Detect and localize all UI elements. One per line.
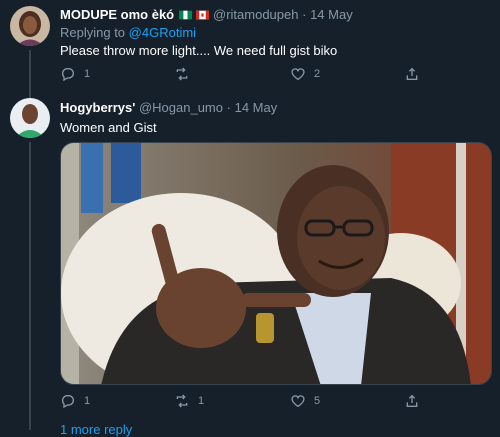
action-bar: 1 2 <box>60 65 440 85</box>
action-bar: 1 1 5 <box>60 392 440 412</box>
heart-icon <box>291 68 305 81</box>
retweet-icon <box>176 394 188 408</box>
replying-to-link[interactable]: @4GRotimi <box>129 25 196 40</box>
nigeria-flag-icon <box>178 10 192 20</box>
timestamp[interactable]: 14 May <box>235 100 278 115</box>
retweet-count: 1 <box>198 395 205 407</box>
share-icon <box>406 394 418 407</box>
reply-icon <box>61 68 74 82</box>
reply-icon <box>61 395 74 409</box>
retweet-icon <box>176 67 188 81</box>
avatar[interactable] <box>10 98 50 138</box>
tweet-image[interactable] <box>60 142 492 385</box>
tweet-header: Hogyberrys' @Hogan_umo · 14 May <box>60 100 277 115</box>
thread-line <box>29 142 31 430</box>
display-name[interactable]: MODUPE omo èkó <box>60 7 174 22</box>
retweet-button[interactable]: 1 <box>174 392 204 410</box>
handle[interactable]: @Hogan_umo <box>139 100 223 115</box>
tweet-header: MODUPE omo èkó @ritamodupeh · 14 May <box>60 7 353 22</box>
reply-button[interactable]: 1 <box>60 392 90 410</box>
tweet-text: Please throw more light.... We need full… <box>60 43 338 58</box>
retweet-button[interactable] <box>174 65 198 83</box>
replying-to: Replying to @4GRotimi <box>60 25 196 40</box>
like-button[interactable]: 2 <box>290 65 320 83</box>
tweet[interactable]: Hogyberrys' @Hogan_umo · 14 May Women an… <box>0 90 500 437</box>
avatar[interactable] <box>10 6 50 46</box>
display-name[interactable]: Hogyberrys' <box>60 100 135 115</box>
like-count: 5 <box>314 395 321 407</box>
tweet-text: Women and Gist <box>60 120 157 135</box>
share-button[interactable] <box>404 392 428 410</box>
separator: · <box>302 7 307 22</box>
handle[interactable]: @ritamodupeh <box>213 7 298 22</box>
like-count: 2 <box>314 68 321 80</box>
reply-count: 1 <box>84 68 91 80</box>
share-icon <box>406 67 418 80</box>
reply-count: 1 <box>84 395 91 407</box>
heart-icon <box>291 395 305 408</box>
share-button[interactable] <box>404 65 428 83</box>
canada-flag-icon <box>196 10 210 20</box>
like-button[interactable]: 5 <box>290 392 320 410</box>
separator: · <box>226 100 231 115</box>
replying-prefix: Replying to <box>60 25 126 40</box>
tweet[interactable]: MODUPE omo èkó @ritamodupeh · 14 May Rep… <box>0 0 500 98</box>
timestamp[interactable]: 14 May <box>310 7 353 22</box>
photo-man-gesturing <box>61 143 491 384</box>
reply-button[interactable]: 1 <box>60 65 90 83</box>
